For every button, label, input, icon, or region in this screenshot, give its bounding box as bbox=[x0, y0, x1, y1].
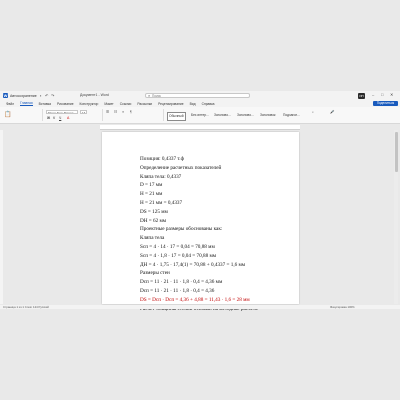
document-line: Dсп = 11 · 21 · 11 · 1,8 · 0,4 = 4,36 мм bbox=[140, 279, 223, 286]
bullets-icon[interactable]: ☰ bbox=[106, 110, 109, 114]
status-left-text: Страница 1 из 1 Слов: 124 Русский bbox=[3, 305, 49, 310]
save-icon[interactable]: ▪ bbox=[39, 93, 43, 98]
style-item-1[interactable]: Без интер... bbox=[190, 112, 210, 119]
tab-3[interactable]: Рисование bbox=[57, 102, 74, 106]
document-line: DS = Dсп · Dсп = 4,36 + 4,88 = 11,43 · 1… bbox=[140, 296, 250, 303]
autosave-toggle[interactable]: Автосохранение bbox=[10, 94, 37, 98]
redo-icon[interactable]: ↷ bbox=[51, 93, 55, 98]
document-line: Dсп = 11 · 21 · 11 · 1,8 · 0,4 = 4,36 bbox=[140, 288, 215, 294]
font-color-icon[interactable]: A bbox=[67, 116, 69, 120]
title-bar: W Автосохранение ▪ ↶ ↷ Документ1 - Word … bbox=[0, 91, 400, 100]
align-left-icon[interactable]: ≡ bbox=[122, 110, 124, 114]
font-size-select[interactable]: 14 bbox=[80, 110, 87, 114]
undo-icon[interactable]: ↶ bbox=[45, 93, 49, 98]
status-right-text: Фокусировка 100% bbox=[330, 305, 355, 310]
document-line: DH = 62 мм bbox=[140, 217, 167, 224]
close-icon[interactable]: ✕ bbox=[390, 92, 393, 97]
document-line: Н = 21 мм = 0,4337 bbox=[140, 200, 183, 206]
numbering-icon[interactable]: ☷ bbox=[114, 110, 117, 114]
document-line: DS = 125 мм bbox=[140, 208, 168, 215]
minimize-icon[interactable]: – bbox=[372, 92, 374, 97]
tab-2[interactable]: Вставка bbox=[39, 102, 51, 106]
document-line: Позиция: 0,4337 т.ф bbox=[140, 156, 184, 162]
search-icon: ⌕ bbox=[148, 93, 151, 98]
tab-8[interactable]: Рецензирование bbox=[158, 102, 183, 106]
tab-10[interactable]: Справка bbox=[202, 102, 215, 106]
tab-1[interactable]: Главная bbox=[20, 101, 33, 106]
tab-4[interactable]: Конструктор bbox=[80, 102, 99, 106]
document-line: Sсп = 4 · 1,8 · 17 = 0,04 = 70,88 мм bbox=[140, 252, 217, 259]
document-line: Проектные размеры обоснованы как: bbox=[140, 226, 223, 233]
document-line: ДН = 4 · 1,75 · 17,4(1) = 70,88 + 0,4337… bbox=[140, 261, 246, 268]
paragraph-mark-icon[interactable]: ¶ bbox=[130, 110, 132, 114]
horizontal-ruler bbox=[100, 125, 300, 130]
bold-button[interactable]: Ж bbox=[47, 116, 50, 120]
style-item-0[interactable]: Обычный bbox=[167, 112, 186, 121]
style-item-3[interactable]: Заголово... bbox=[236, 112, 255, 119]
dictate-icon[interactable]: 🎤 bbox=[330, 110, 334, 114]
style-item-5[interactable]: Подзагол... bbox=[282, 112, 301, 119]
ribbon-tabs: Файл Главная Вставка Рисование Конструктор Ма… bbox=[0, 100, 400, 107]
tab-0[interactable]: Файл bbox=[6, 102, 14, 106]
word-app-icon: W bbox=[3, 93, 8, 98]
tab-7[interactable]: Рассылки bbox=[137, 102, 152, 106]
document-line: Кляпа тела: 0,4337 bbox=[140, 173, 182, 180]
tab-9[interactable]: Вид bbox=[190, 102, 196, 106]
maximize-icon[interactable]: □ bbox=[381, 92, 383, 97]
document-line: Н = 21 мм bbox=[140, 191, 163, 198]
style-item-4[interactable]: Заголовок bbox=[259, 112, 277, 119]
share-button[interactable]: Поделиться bbox=[373, 101, 398, 106]
document-line: Кляпа тела bbox=[140, 235, 165, 242]
scrollbar-thumb[interactable] bbox=[394, 132, 398, 172]
font-name-select[interactable]: Times New Roman bbox=[46, 110, 78, 114]
avatar[interactable]: ИП bbox=[358, 92, 365, 99]
vertical-ruler bbox=[0, 130, 3, 304]
vertical-scrollbar[interactable] bbox=[394, 130, 398, 304]
style-item-2[interactable]: Заголово... bbox=[213, 112, 232, 119]
document-line: Определение расчетных показателей bbox=[140, 164, 222, 171]
document-page[interactable]: Позиция: 0,4337 т.ф Определение расчетных… bbox=[102, 132, 299, 312]
tab-5[interactable]: Макет bbox=[104, 102, 113, 106]
document-line: Sсп = 4 · 14 · 17 = 0,04 = 70,88 мм bbox=[140, 244, 215, 250]
italic-button[interactable]: К bbox=[53, 116, 55, 120]
underline-button[interactable]: Ч bbox=[59, 116, 61, 120]
document-line: D = 17 мм bbox=[140, 182, 163, 189]
search-input[interactable]: Поиск bbox=[145, 92, 250, 98]
document-title: Документ1 - Word bbox=[80, 93, 109, 97]
find-icon[interactable]: ⌕ bbox=[312, 110, 314, 114]
paste-icon[interactable]: 📋 bbox=[4, 111, 11, 118]
tab-6[interactable]: Ссылки bbox=[120, 102, 132, 106]
status-bar: Страница 1 из 1 Слов: 124 Русский Фокуси… bbox=[0, 305, 400, 309]
document-line: Размеры стен bbox=[140, 270, 170, 277]
